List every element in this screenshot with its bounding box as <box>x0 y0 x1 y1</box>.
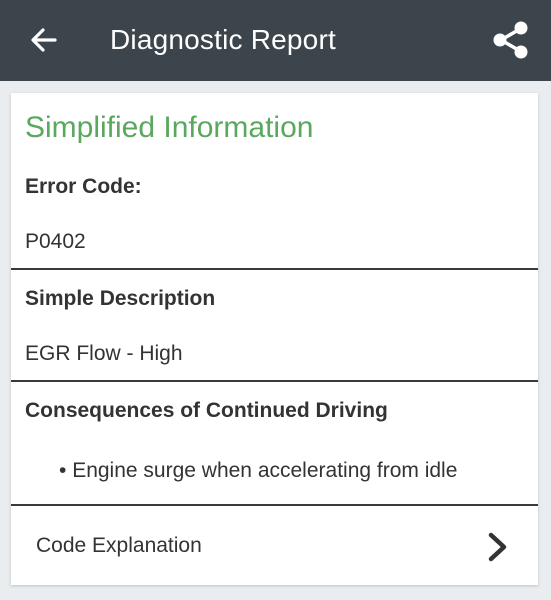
back-button[interactable] <box>22 18 66 62</box>
arrow-left-icon <box>31 28 57 52</box>
consequence-text: Engine surge when accelerating from idle <box>72 459 458 482</box>
page-title: Diagnostic Report <box>110 24 336 55</box>
error-code-label: Error Code: <box>25 175 142 198</box>
divider <box>11 380 538 382</box>
code-explanation-label: Code Explanation <box>36 534 202 557</box>
consequences-label: Consequences of Continued Driving <box>25 399 388 422</box>
description-value: EGR Flow - High <box>25 342 183 365</box>
report-card: Simplified Information Error Code: P0402… <box>11 93 538 585</box>
share-icon <box>493 21 528 59</box>
divider <box>11 268 538 270</box>
error-code-value: P0402 <box>25 230 86 253</box>
app-bar: Diagnostic Report <box>0 0 551 81</box>
code-explanation-row[interactable]: Code Explanation <box>11 506 538 585</box>
description-label: Simple Description <box>25 287 216 310</box>
section-title: Simplified Information <box>25 111 314 144</box>
chevron-right-icon <box>488 532 507 562</box>
consequence-item: • Engine surge when accelerating from id… <box>59 459 458 482</box>
share-button[interactable] <box>489 18 533 62</box>
